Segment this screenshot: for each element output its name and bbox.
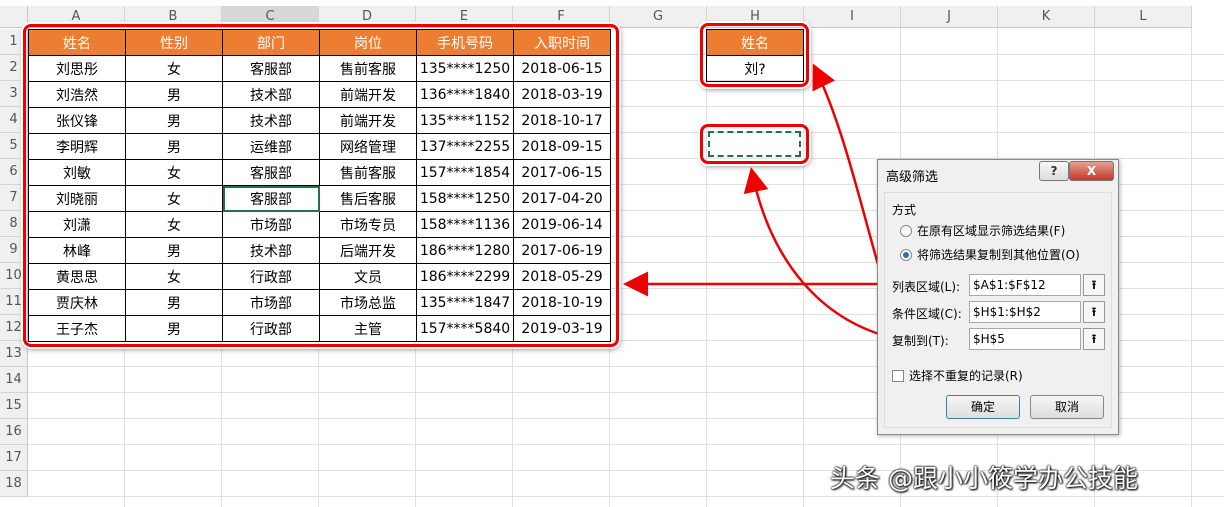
watermark: 头条 @跟小小筱学办公技能 — [830, 464, 1138, 493]
checkbox-icon — [892, 369, 904, 382]
radio-circle-icon — [900, 224, 912, 237]
criteria-range-collapse-icon[interactable]: ⭱ — [1083, 301, 1105, 323]
radio-label: 将筛选结果复制到其他位置(O) — [917, 248, 1080, 262]
radio-selected-icon — [900, 248, 912, 261]
copy-to-collapse-icon[interactable]: ⭱ — [1083, 328, 1105, 350]
advanced-filter-dialog: 高级筛选 ? X 方式 在原有区域显示筛选结果(F) 将筛选结果复制到其他位置(… — [877, 159, 1119, 435]
unique-records-checkbox[interactable]: 选择不重复的记录(R) — [892, 367, 1023, 384]
copy-to-label: 复制到(T): — [892, 334, 949, 348]
list-range-input[interactable]: $A$1:$F$12 — [969, 274, 1081, 296]
help-button[interactable]: ? — [1039, 161, 1069, 181]
criteria-range-label: 条件区域(C): — [892, 307, 962, 321]
close-button[interactable]: X — [1069, 161, 1114, 181]
list-range-label: 列表区域(L): — [892, 280, 961, 294]
list-range-collapse-icon[interactable]: ⭱ — [1083, 274, 1105, 296]
criteria-range-input[interactable]: $H$1:$H$2 — [969, 301, 1081, 323]
arrow-copy-to — [743, 167, 894, 340]
cancel-button[interactable]: 取消 — [1030, 395, 1104, 419]
dialog-title: 高级筛选 — [886, 170, 939, 185]
group-label: 方式 — [892, 203, 917, 217]
ok-button[interactable]: 确定 — [946, 395, 1020, 419]
copy-to-input[interactable]: $H$5 — [969, 328, 1081, 350]
checkbox-label: 选择不重复的记录(R) — [909, 369, 1023, 383]
radio-label: 在原有区域显示筛选结果(F) — [917, 224, 1066, 238]
radio-copy-to-location[interactable]: 将筛选结果复制到其他位置(O) — [900, 246, 1080, 263]
radio-filter-in-place[interactable]: 在原有区域显示筛选结果(F) — [900, 222, 1065, 239]
